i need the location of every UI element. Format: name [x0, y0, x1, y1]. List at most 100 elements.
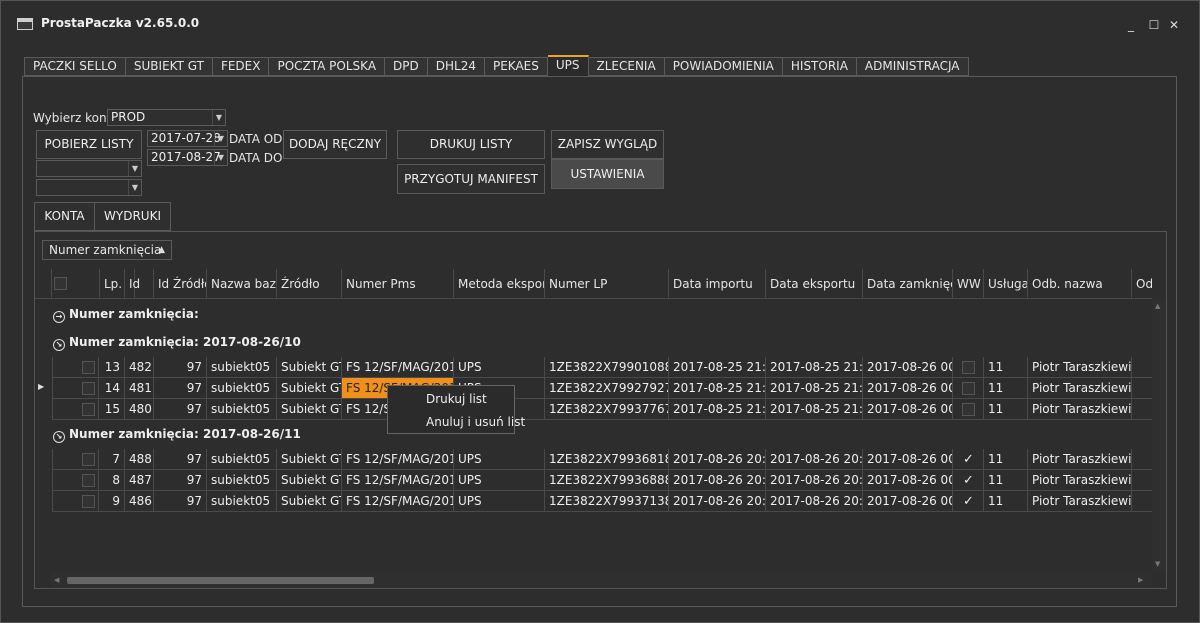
- cell-pms[interactable]: FS 12/SF/MAG/2017: [342, 449, 454, 470]
- cell-src[interactable]: Subiekt GT: [277, 378, 342, 399]
- cell-method[interactable]: UPS: [454, 357, 545, 378]
- header-odb-nazwa[interactable]: Odb. nazwa: [1028, 269, 1132, 299]
- cell-ww[interactable]: ✓: [953, 470, 984, 491]
- tab-historia[interactable]: HISTORIA: [782, 57, 857, 76]
- header-usluga[interactable]: Usługa: [984, 269, 1028, 299]
- row-checkbox[interactable]: [82, 453, 95, 466]
- cell-id_src[interactable]: 97: [154, 491, 207, 512]
- date-to-picker[interactable]: 2017-08-27 ▼: [147, 149, 228, 166]
- cell-src[interactable]: Subiekt GT: [277, 470, 342, 491]
- date-from-picker[interactable]: 2017-07-28 ▼: [147, 130, 228, 147]
- cell-id_src[interactable]: 97: [154, 470, 207, 491]
- fetch-labels-button[interactable]: POBIERZ LISTY: [36, 130, 142, 159]
- cell-src[interactable]: Subiekt GT: [277, 399, 342, 420]
- cell-close[interactable]: 2017-08-26 00:...: [863, 491, 953, 512]
- cell-id_src[interactable]: 97: [154, 378, 207, 399]
- cell-src[interactable]: Subiekt GT: [277, 357, 342, 378]
- cell-pms[interactable]: FS 12/SF/MAG/2017: [342, 470, 454, 491]
- cell-export[interactable]: 2017-08-26 20:40: [766, 449, 863, 470]
- cell-id[interactable]: 486: [125, 491, 154, 512]
- cell-import[interactable]: 2017-08-26 20:39: [669, 470, 766, 491]
- header-id-zrodlo[interactable]: Id Źródło: [154, 269, 207, 299]
- maximize-icon[interactable]: ☐: [1147, 18, 1161, 32]
- header-metoda-eksportu[interactable]: Metoda eksportu: [454, 269, 545, 299]
- close-icon[interactable]: ✕: [1167, 18, 1181, 32]
- group-by-chip[interactable]: Numer zamknięcia ▲: [42, 240, 172, 260]
- cell-db[interactable]: subiekt05: [207, 491, 277, 512]
- cell-method[interactable]: UPS: [454, 491, 545, 512]
- header-data-zamkniecia[interactable]: Data zamknięcia: [863, 269, 953, 299]
- filter-select-2[interactable]: ▼: [36, 179, 142, 196]
- cell-close[interactable]: 2017-08-26 00:...: [863, 399, 953, 420]
- cell-method[interactable]: UPS: [454, 449, 545, 470]
- cell-pms[interactable]: FS 12/SF/MAG/2017: [342, 357, 454, 378]
- settings-button[interactable]: USTAWIENIA: [551, 159, 664, 189]
- tab-paczki-sello[interactable]: PACZKI SELLO: [24, 57, 126, 76]
- cell-lp_no[interactable]: 1ZE3822X7992792796: [545, 378, 669, 399]
- cell-extra[interactable]: [1132, 357, 1152, 378]
- cell-id[interactable]: 480: [125, 399, 154, 420]
- cell-id_src[interactable]: 97: [154, 357, 207, 378]
- prepare-manifest-button[interactable]: PRZYGOTUJ MANIFEST: [397, 164, 545, 194]
- tab-ups[interactable]: UPS: [547, 55, 589, 76]
- cell-extra[interactable]: [1132, 491, 1152, 512]
- scroll-left-icon[interactable]: ◀: [54, 576, 59, 584]
- tab-dpd[interactable]: DPD: [385, 57, 428, 76]
- header-numer-pms[interactable]: Numer Pms: [342, 269, 454, 299]
- header-data-importu[interactable]: Data importu: [669, 269, 766, 299]
- cell-id[interactable]: 488: [125, 449, 154, 470]
- cell-db[interactable]: subiekt05: [207, 449, 277, 470]
- cell-extra[interactable]: [1132, 449, 1152, 470]
- ww-checkbox[interactable]: [962, 382, 975, 395]
- cell-close[interactable]: 2017-08-26 00:...: [863, 378, 953, 399]
- cell-lp_no[interactable]: 1ZE3822X7993681887: [545, 449, 669, 470]
- cell-recipient[interactable]: Piotr Taraszkiewicz: [1028, 357, 1132, 378]
- cell-export[interactable]: 2017-08-26 20:35: [766, 491, 863, 512]
- group-header-row[interactable]: ↘ Numer zamknięcia: 2017-08-26/10: [53, 330, 301, 354]
- vertical-scrollbar[interactable]: [1152, 299, 1166, 571]
- row-checkbox[interactable]: [82, 495, 95, 508]
- header-numer-lp[interactable]: Numer LP: [545, 269, 669, 299]
- tab-zlecenia[interactable]: ZLECENIA: [588, 57, 665, 76]
- cell-export[interactable]: 2017-08-25 21:22: [766, 357, 863, 378]
- cell-export[interactable]: 2017-08-26 20:39: [766, 470, 863, 491]
- row-checkbox[interactable]: [82, 403, 95, 416]
- cell-service[interactable]: 11: [984, 399, 1028, 420]
- cell-id[interactable]: 482: [125, 357, 154, 378]
- tab-powiadomienia[interactable]: POWIADOMIENIA: [664, 57, 783, 76]
- cell-recipient[interactable]: Piotr Taraszkiewicz: [1028, 470, 1132, 491]
- ww-checkbox[interactable]: ✓: [962, 495, 975, 508]
- cell-lp_no[interactable]: 1ZE3822X7990108814: [545, 357, 669, 378]
- cell-lp[interactable]: 13: [99, 357, 125, 378]
- add-manual-button[interactable]: DODAJ RĘCZNY: [283, 130, 387, 159]
- scroll-up-icon[interactable]: ▲: [1155, 302, 1160, 310]
- cell-service[interactable]: 11: [984, 470, 1028, 491]
- tab-konta[interactable]: KONTA: [34, 202, 95, 231]
- filter-select-1[interactable]: ▼: [36, 160, 142, 177]
- cell-recipient[interactable]: Piotr Taraszkiewicz: [1028, 399, 1132, 420]
- row-select-cell[interactable]: [52, 378, 99, 399]
- cell-lp[interactable]: 15: [99, 399, 125, 420]
- cell-extra[interactable]: [1132, 399, 1152, 420]
- cell-lp[interactable]: 8: [99, 470, 125, 491]
- row-select-cell[interactable]: [52, 491, 99, 512]
- ww-checkbox[interactable]: [962, 361, 975, 374]
- cell-db[interactable]: subiekt05: [207, 399, 277, 420]
- context-menu-cancel-delete[interactable]: Anuluj i usuń list: [426, 415, 525, 429]
- cell-ww[interactable]: ✓: [953, 449, 984, 470]
- cell-close[interactable]: 2017-08-26 00:...: [863, 470, 953, 491]
- cell-recipient[interactable]: Piotr Taraszkiewicz: [1028, 491, 1132, 512]
- cell-ww[interactable]: [953, 399, 984, 420]
- cell-service[interactable]: 11: [984, 357, 1028, 378]
- cell-import[interactable]: 2017-08-25 21:22: [669, 357, 766, 378]
- cell-lp[interactable]: 14: [99, 378, 125, 399]
- cell-id_src[interactable]: 97: [154, 449, 207, 470]
- header-nazwa-bazy[interactable]: Nazwa bazy: [207, 269, 277, 299]
- cell-method[interactable]: UPS: [454, 470, 545, 491]
- cell-db[interactable]: subiekt05: [207, 357, 277, 378]
- ww-checkbox[interactable]: ✓: [962, 453, 975, 466]
- cell-service[interactable]: 11: [984, 378, 1028, 399]
- context-menu-print[interactable]: Drukuj list: [426, 392, 487, 406]
- row-select-cell[interactable]: [52, 470, 99, 491]
- row-checkbox[interactable]: [82, 382, 95, 395]
